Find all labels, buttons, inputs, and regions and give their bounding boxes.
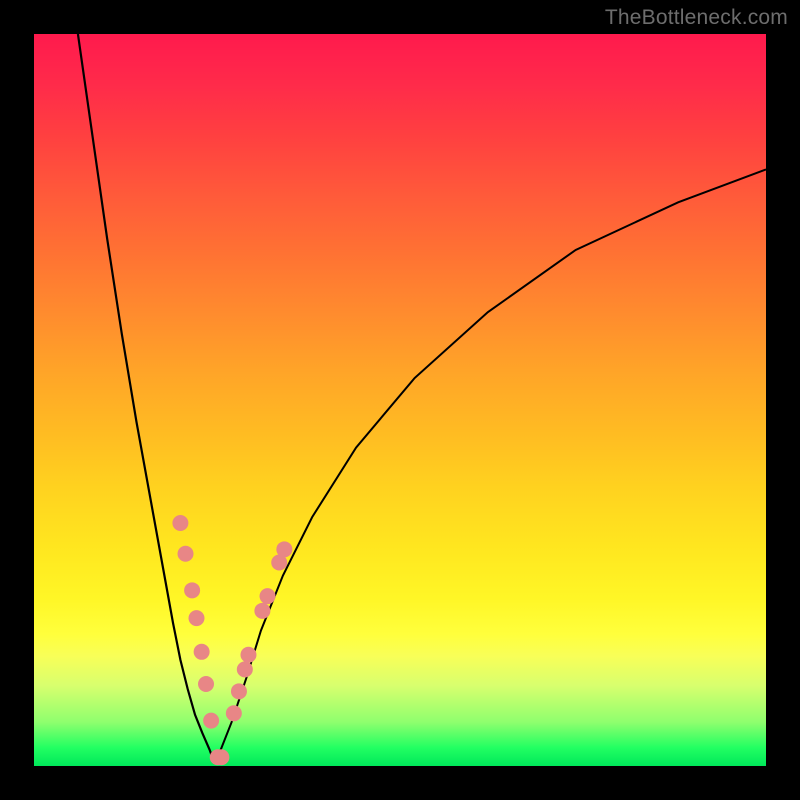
marker-group	[172, 515, 292, 765]
marker-point	[198, 676, 214, 692]
marker-point	[172, 515, 188, 531]
marker-point	[276, 541, 292, 557]
marker-point	[213, 749, 229, 765]
curve-right-branch	[214, 169, 766, 762]
curve-left-branch	[78, 34, 214, 762]
marker-point	[237, 661, 253, 677]
marker-point	[184, 582, 200, 598]
marker-point	[189, 610, 205, 626]
marker-point	[231, 683, 247, 699]
marker-point	[226, 705, 242, 721]
watermark-text: TheBottleneck.com	[605, 6, 788, 30]
chart-outer-frame: TheBottleneck.com	[0, 0, 800, 800]
marker-point	[194, 644, 210, 660]
marker-point	[254, 603, 270, 619]
chart-svg	[34, 34, 766, 766]
marker-point	[260, 588, 276, 604]
marker-point	[178, 546, 194, 562]
marker-point	[240, 647, 256, 663]
marker-point	[203, 713, 219, 729]
chart-gradient-area	[34, 34, 766, 766]
